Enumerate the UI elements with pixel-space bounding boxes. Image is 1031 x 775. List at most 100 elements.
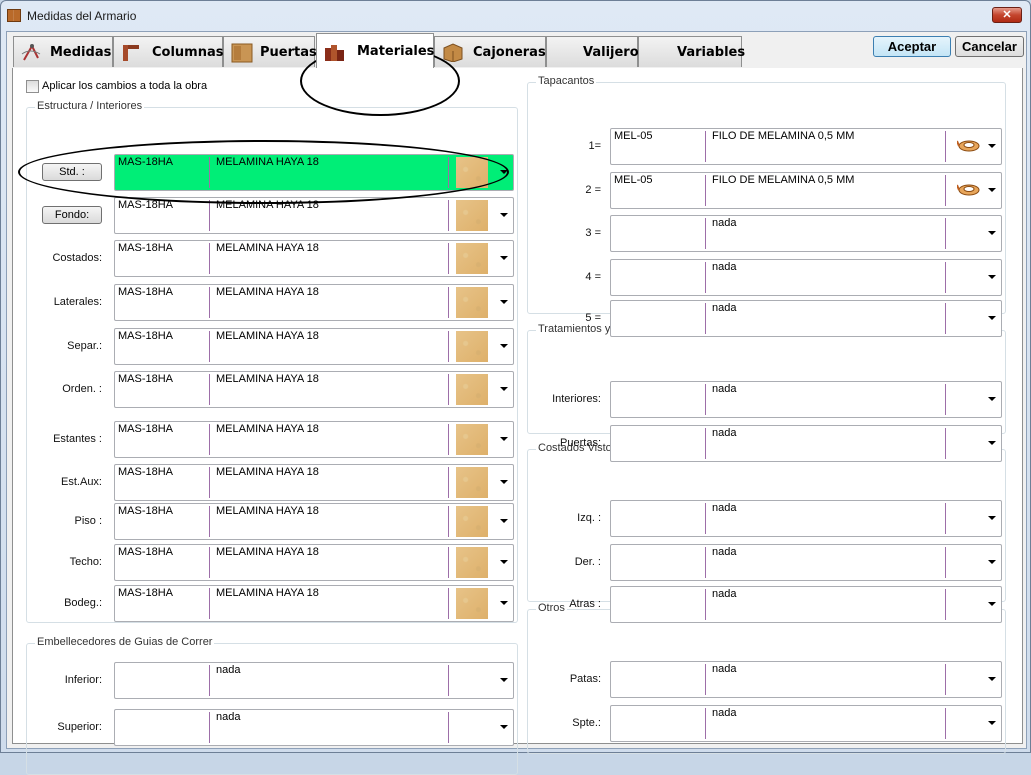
- costados-combo[interactable]: nada: [610, 500, 1002, 537]
- chevron-down-icon[interactable]: [988, 275, 996, 279]
- title-bar[interactable]: Medidas del Armario ✕: [1, 1, 1030, 31]
- tapacantos-combo[interactable]: nada: [610, 300, 1002, 337]
- tapacantos-combo[interactable]: MEL-05 FILO DE MELAMINA 0,5 MM: [610, 128, 1002, 165]
- column-separator: [448, 200, 449, 231]
- column-separator: [209, 374, 210, 405]
- tapacantos-combo[interactable]: nada: [610, 215, 1002, 252]
- estructura-combo[interactable]: MAS-18HA MELAMINA HAYA 18: [114, 284, 514, 321]
- tab-valijero[interactable]: Valijero: [546, 36, 639, 67]
- chevron-down-icon[interactable]: [988, 188, 996, 192]
- column-separator: [448, 506, 449, 537]
- material-description: MELAMINA HAYA 18: [216, 466, 319, 478]
- tab-columnas[interactable]: Columnas: [113, 36, 224, 67]
- tapacantos-combo[interactable]: nada: [610, 259, 1002, 296]
- estructura-row-label: Est.Aux:: [61, 476, 102, 488]
- chevron-down-icon[interactable]: [988, 677, 996, 681]
- material-0-button[interactable]: Std. :: [42, 163, 102, 181]
- material-code: MAS-18HA: [118, 466, 174, 478]
- chevron-down-icon[interactable]: [988, 516, 996, 520]
- column-separator: [448, 157, 449, 188]
- column-separator: [705, 218, 706, 249]
- estructura-combo[interactable]: MAS-18HA MELAMINA HAYA 18: [114, 544, 514, 581]
- column-separator: [209, 506, 210, 537]
- chevron-down-icon[interactable]: [500, 344, 508, 348]
- column-separator: [705, 708, 706, 739]
- otros-combo[interactable]: nada: [610, 705, 1002, 742]
- estructura-row-label: Separ.:: [67, 340, 102, 352]
- chevron-down-icon[interactable]: [988, 441, 996, 445]
- accept-button[interactable]: Aceptar: [873, 36, 951, 57]
- chevron-down-icon[interactable]: [988, 397, 996, 401]
- column-separator: [945, 547, 946, 578]
- tab-variables[interactable]: Variables: [638, 36, 745, 67]
- material-code: MAS-18HA: [118, 286, 174, 298]
- apply-all-checkbox[interactable]: [26, 80, 39, 93]
- tab-materiales[interactable]: Materiales: [316, 33, 434, 68]
- tratamientos-combo[interactable]: nada: [610, 381, 1002, 418]
- close-button[interactable]: ✕: [992, 7, 1022, 23]
- estructura-combo[interactable]: MAS-18HA MELAMINA HAYA 18: [114, 464, 514, 501]
- chevron-down-icon[interactable]: [500, 256, 508, 260]
- chevron-down-icon[interactable]: [988, 602, 996, 606]
- tab-puertas[interactable]: Puertas: [223, 36, 317, 67]
- chevron-down-icon[interactable]: [988, 231, 996, 235]
- estructura-combo[interactable]: MAS-18HA MELAMINA HAYA 18: [114, 154, 514, 191]
- tab-medidas[interactable]: Medidas: [13, 36, 113, 67]
- chevron-down-icon[interactable]: [500, 387, 508, 391]
- embellecedores-combo[interactable]: nada: [114, 709, 514, 746]
- chevron-down-icon[interactable]: [988, 316, 996, 320]
- boards-icon: [323, 42, 345, 62]
- tapacantos-row-label: 4 =: [585, 271, 601, 283]
- column-separator: [448, 243, 449, 274]
- estructura-combo[interactable]: MAS-18HA MELAMINA HAYA 18: [114, 240, 514, 277]
- column-separator: [705, 664, 706, 695]
- material-description: MELAMINA HAYA 18: [216, 156, 319, 168]
- compass-icon: [20, 42, 42, 62]
- estructura-combo[interactable]: MAS-18HA MELAMINA HAYA 18: [114, 503, 514, 540]
- column-separator: [448, 374, 449, 405]
- column-separator: [448, 424, 449, 455]
- tapacantos-row-label: 1=: [588, 140, 601, 152]
- column-separator: [945, 262, 946, 293]
- chevron-down-icon[interactable]: [988, 721, 996, 725]
- chevron-down-icon[interactable]: [500, 213, 508, 217]
- tapacantos-combo[interactable]: MEL-05 FILO DE MELAMINA 0,5 MM: [610, 172, 1002, 209]
- column-separator: [448, 588, 449, 619]
- column-separator: [705, 131, 706, 162]
- material-code: MAS-18HA: [118, 587, 174, 599]
- costados-combo[interactable]: nada: [610, 586, 1002, 623]
- chevron-down-icon[interactable]: [500, 480, 508, 484]
- material-description: nada: [216, 711, 241, 723]
- tab-cajoneras[interactable]: Cajoneras: [434, 36, 546, 67]
- costados-row-label: Der. :: [574, 556, 601, 568]
- column-separator: [945, 303, 946, 334]
- chevron-down-icon[interactable]: [500, 170, 508, 174]
- costados-combo[interactable]: nada: [610, 544, 1002, 581]
- otros-combo[interactable]: nada: [610, 661, 1002, 698]
- chevron-down-icon[interactable]: [988, 560, 996, 564]
- material-1-button[interactable]: Fondo:: [42, 206, 102, 224]
- embellecedores-row-label: Inferior:: [64, 674, 102, 686]
- material-description: nada: [712, 588, 737, 600]
- material-code: MAS-18HA: [118, 330, 174, 342]
- tapacantos-title: Tapacantos: [536, 75, 597, 87]
- material-description: nada: [216, 664, 241, 676]
- tratamientos-combo[interactable]: nada: [610, 425, 1002, 462]
- estructura-combo[interactable]: MAS-18HA MELAMINA HAYA 18: [114, 371, 514, 408]
- estructura-combo[interactable]: MAS-18HA MELAMINA HAYA 18: [114, 585, 514, 622]
- estructura-combo[interactable]: MAS-18HA MELAMINA HAYA 18: [114, 328, 514, 365]
- cancel-button[interactable]: Cancelar: [955, 36, 1024, 57]
- material-description: MELAMINA HAYA 18: [216, 423, 319, 435]
- chevron-down-icon[interactable]: [500, 300, 508, 304]
- drawer-icon: [441, 42, 463, 63]
- column-separator: [705, 175, 706, 206]
- estructura-combo[interactable]: MAS-18HA MELAMINA HAYA 18: [114, 197, 514, 234]
- column-separator: [945, 384, 946, 415]
- chevron-down-icon[interactable]: [988, 144, 996, 148]
- tapacantos-row-label: 2 =: [585, 184, 601, 196]
- material-description: nada: [712, 427, 737, 439]
- estructura-row-label: Orden. :: [62, 383, 102, 395]
- embellecedores-combo[interactable]: nada: [114, 662, 514, 699]
- estructura-combo[interactable]: MAS-18HA MELAMINA HAYA 18: [114, 421, 514, 458]
- estructura-row-label: Costados:: [52, 252, 102, 264]
